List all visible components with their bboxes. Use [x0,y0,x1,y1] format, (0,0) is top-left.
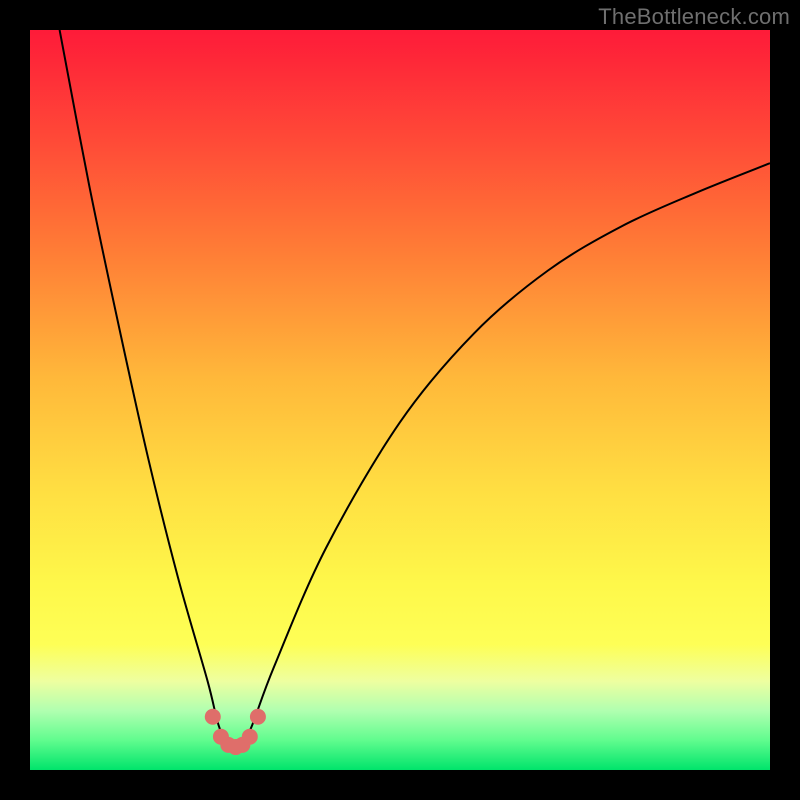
marker-dot [242,729,258,745]
marker-dot [205,709,221,725]
marker-dot [250,709,266,725]
bottleneck-curve [60,30,770,751]
watermark-text: TheBottleneck.com [598,4,790,30]
plot-area [30,30,770,770]
chart-frame: TheBottleneck.com [0,0,800,800]
curve-svg [30,30,770,770]
marker-group [205,709,266,755]
